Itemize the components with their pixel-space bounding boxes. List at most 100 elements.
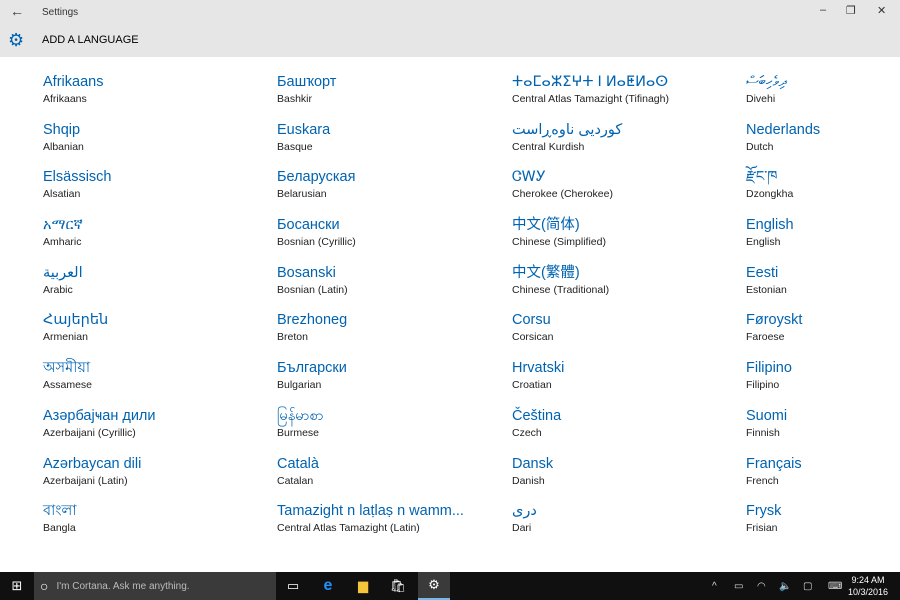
language-english-name: French <box>746 474 779 487</box>
language-english-name: Bosnian (Cyrillic) <box>277 236 356 249</box>
language-native-name: Български <box>277 360 347 377</box>
language-english-name: Afrikaans <box>43 93 87 105</box>
volume-icon[interactable]: 🔈 <box>779 572 791 600</box>
language-english-name: Central Atlas Tamazight (Latin) <box>277 522 420 535</box>
close-button[interactable]: ✕ <box>877 4 886 17</box>
language-item[interactable]: Čeština Czech <box>512 407 746 455</box>
language-native-name: Беларуская <box>277 169 356 186</box>
store-icon[interactable]: 🛍 <box>385 572 411 600</box>
language-item[interactable]: አማርኛ Amharic <box>43 216 277 264</box>
edge-icon[interactable]: e <box>315 572 341 600</box>
language-english-name: Azerbaijani (Latin) <box>43 474 128 487</box>
language-english-name: Frisian <box>746 522 778 535</box>
language-english-name: English <box>746 236 781 249</box>
title-bar: ← Settings – ❐ ✕ ⚙ ADD A LANGUAGE <box>0 0 900 57</box>
language-item[interactable]: English English <box>746 216 896 264</box>
language-native-name: Հայերեն <box>43 312 109 329</box>
language-item[interactable]: རྫོང་ཁ Dzongkha <box>746 168 896 216</box>
language-english-name: Basque <box>277 140 313 153</box>
clock[interactable]: 9:24 AM 10/3/2016 <box>848 574 888 598</box>
language-item[interactable]: Tamazight n laṭlaṣ n wamm... Central Atla… <box>277 502 512 550</box>
language-item[interactable]: Filipino Filipino <box>746 359 896 407</box>
language-item[interactable]: Frysk Frisian <box>746 502 896 550</box>
language-item[interactable]: 中文(繁體) Chinese (Traditional) <box>512 264 746 312</box>
cortana-search-box[interactable]: ○ I'm Cortana. Ask me anything. <box>34 572 276 600</box>
language-item[interactable]: Башҡорт Bashkir <box>277 73 512 121</box>
language-native-name: 中文(繁體) <box>512 264 580 281</box>
language-item[interactable]: Հայերեն Armenian <box>43 311 277 359</box>
language-item[interactable]: বাংলা Bangla <box>43 502 277 550</box>
language-item[interactable]: Afrikaans Afrikaans <box>43 73 277 121</box>
language-english-name: Amharic <box>43 236 82 249</box>
language-item[interactable]: Elsässisch Alsatian <box>43 168 277 216</box>
task-view-icon[interactable]: ▭ <box>280 572 306 600</box>
keyboard-icon[interactable]: ⌨ <box>828 572 842 600</box>
language-native-name: Føroyskt <box>746 312 803 329</box>
language-native-name: Català <box>277 455 319 472</box>
language-native-name: Corsu <box>512 312 551 329</box>
language-item[interactable]: دری Dari <box>512 502 746 550</box>
language-item[interactable]: Bosanski Bosnian (Latin) <box>277 264 512 312</box>
language-english-name: Dari <box>512 522 532 535</box>
language-english-name: Finnish <box>746 426 780 439</box>
back-arrow-icon[interactable]: ← <box>10 3 24 19</box>
windows-start-icon[interactable]: ⊞ <box>0 572 34 600</box>
language-native-name: Čeština <box>512 407 562 424</box>
language-english-name: Azerbaijani (Cyrillic) <box>43 426 136 439</box>
language-item[interactable]: العربية Arabic <box>43 264 277 312</box>
settings-taskbar-icon[interactable]: ⚙ <box>418 572 450 600</box>
language-english-name: Divehi <box>746 93 776 105</box>
action-center-icon[interactable]: ▢ <box>803 572 812 600</box>
language-item[interactable]: Brezhoneg Breton <box>277 311 512 359</box>
cortana-placeholder: I'm Cortana. Ask me anything. <box>56 580 190 592</box>
language-native-name: Босански <box>277 217 340 234</box>
language-native-name: Hrvatski <box>512 360 565 377</box>
language-english-name: Central Atlas Tamazight (Tifinagh) <box>512 93 669 105</box>
language-item[interactable]: မြန်မာစာ Burmese <box>277 407 512 455</box>
language-native-name: کوردیی ناوەڕاست <box>512 121 623 138</box>
language-item[interactable]: ⵜⴰⵎⴰⵣⵉⵖⵜ ⵏ ⵍⴰⵟⵍⴰⵙ Central Atlas Tamazight… <box>512 73 746 121</box>
language-item[interactable]: Français French <box>746 455 896 503</box>
language-native-name: አማርኛ <box>43 217 83 234</box>
language-item[interactable]: Eesti Estonian <box>746 264 896 312</box>
language-item[interactable]: Босански Bosnian (Cyrillic) <box>277 216 512 264</box>
language-item[interactable]: ދިވެހިބަސް Divehi <box>746 73 896 121</box>
language-english-name: Filipino <box>746 379 780 392</box>
tray-chevron-icon[interactable]: ^ <box>712 572 717 600</box>
clock-time: 9:24 AM <box>851 575 885 585</box>
language-item[interactable]: 中文(简体) Chinese (Simplified) <box>512 216 746 264</box>
language-native-name: Filipino <box>746 360 792 377</box>
language-item[interactable]: Азәрбајҹан дили Azerbaijani (Cyrillic) <box>43 407 277 455</box>
language-item[interactable]: Беларуская Belarusian <box>277 168 512 216</box>
language-english-name: Bosnian (Latin) <box>277 283 348 296</box>
language-item[interactable]: Corsu Corsican <box>512 311 746 359</box>
language-native-name: Brezhoneg <box>277 312 348 329</box>
language-item[interactable]: Euskara Basque <box>277 121 512 169</box>
minimize-button[interactable]: – <box>820 4 826 16</box>
language-item[interactable]: Nederlands Dutch <box>746 121 896 169</box>
language-english-name: Cherokee (Cherokee) <box>512 188 613 201</box>
clock-date: 10/3/2016 <box>847 587 888 597</box>
language-item[interactable]: کوردیی ناوەڕاست Central Kurdish <box>512 121 746 169</box>
language-english-name: Burmese <box>277 426 320 439</box>
battery-icon[interactable]: ▭ <box>734 572 743 600</box>
wifi-icon[interactable]: ◠ <box>757 572 766 600</box>
language-item[interactable]: Català Catalan <box>277 455 512 503</box>
maximize-button[interactable]: ❐ <box>846 4 856 17</box>
language-item[interactable]: ᏣᎳᎩ Cherokee (Cherokee) <box>512 168 746 216</box>
language-english-name: Assamese <box>43 379 93 392</box>
language-item[interactable]: Azərbaycan dili Azerbaijani (Latin) <box>43 455 277 503</box>
language-english-name: Estonian <box>746 283 787 296</box>
language-item[interactable]: Hrvatski Croatian <box>512 359 746 407</box>
language-english-name: Czech <box>512 426 542 439</box>
language-item[interactable]: অসমীয়া Assamese <box>43 359 277 407</box>
language-native-name: 中文(简体) <box>512 217 580 234</box>
language-item[interactable]: Føroyskt Faroese <box>746 311 896 359</box>
language-item[interactable]: Български Bulgarian <box>277 359 512 407</box>
language-item[interactable]: Dansk Danish <box>512 455 746 503</box>
file-explorer-icon[interactable]: ▆ <box>350 572 376 600</box>
language-item[interactable]: Shqip Albanian <box>43 121 277 169</box>
language-native-name: Suomi <box>746 407 788 424</box>
language-native-name: Elsässisch <box>43 169 112 186</box>
language-item[interactable]: Suomi Finnish <box>746 407 896 455</box>
